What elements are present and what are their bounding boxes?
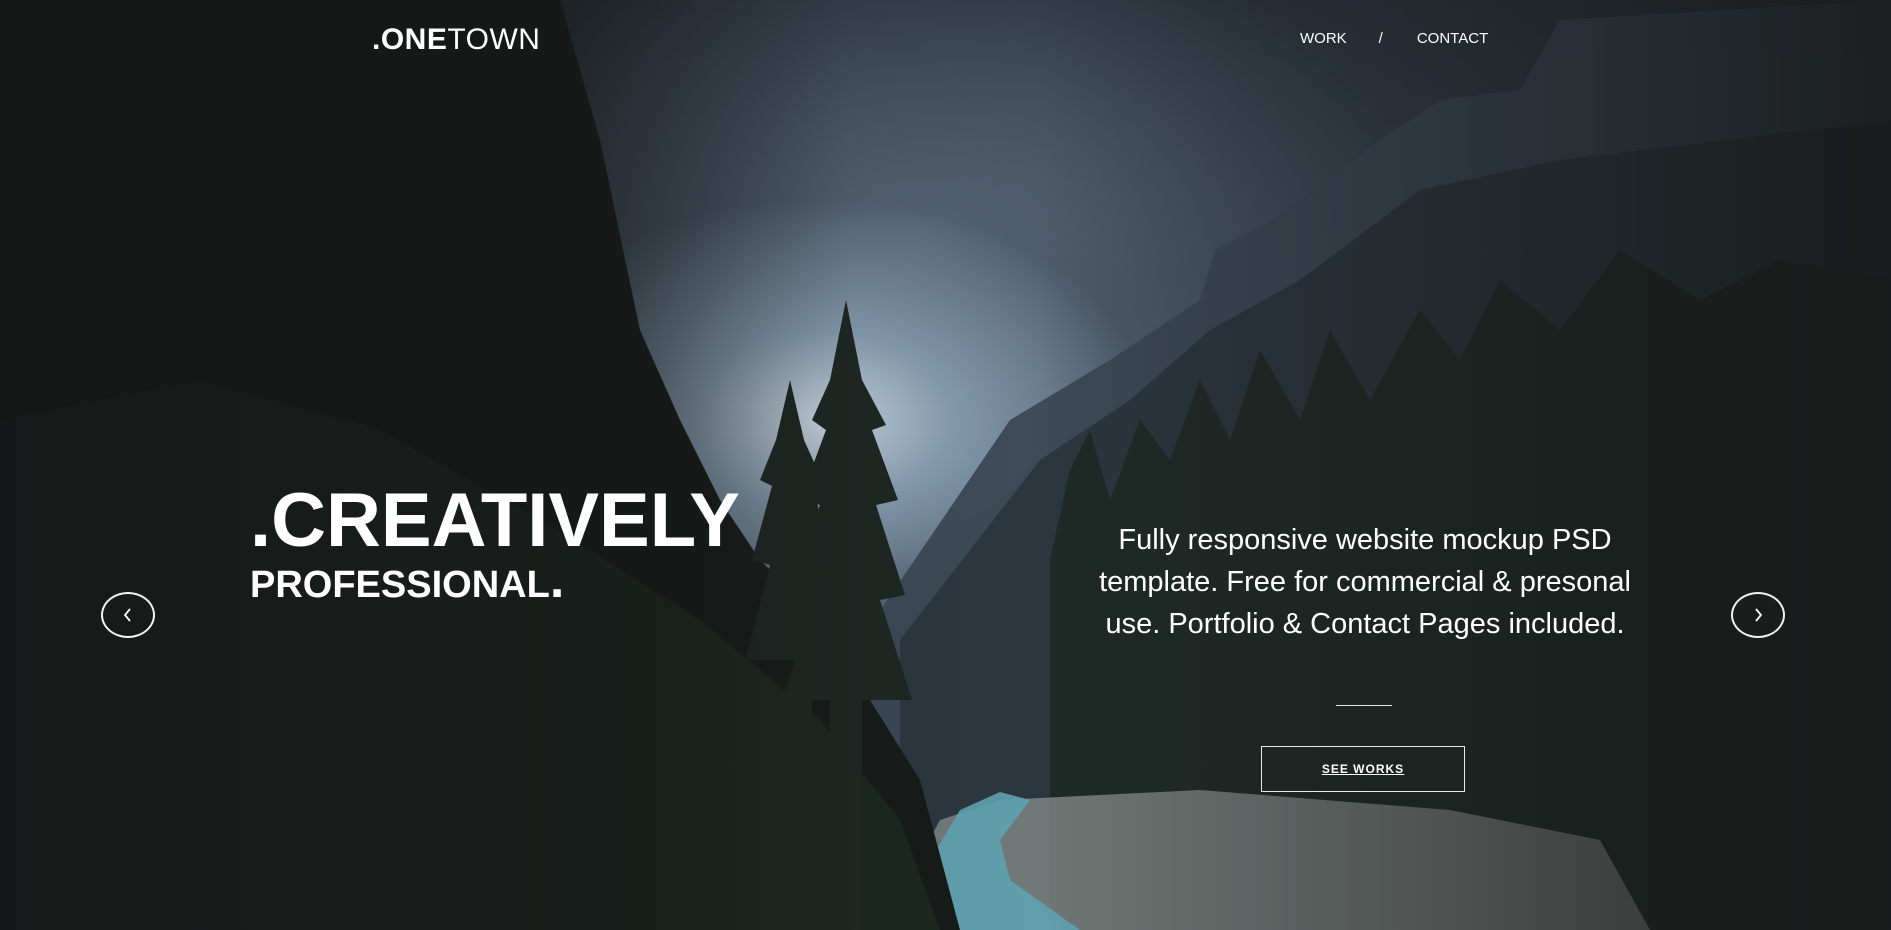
nav-link-contact[interactable]: CONTACT — [1417, 30, 1488, 47]
slider-prev-button[interactable] — [101, 592, 155, 638]
slider-next-button[interactable] — [1731, 592, 1785, 638]
hero-headline: .CREATIVELY PROFESSIONAL. — [250, 478, 740, 606]
logo-suffix: TOWN — [447, 23, 541, 56]
headline-sub: PROFESSIONAL. — [250, 554, 740, 606]
overlay-gradient — [0, 0, 1891, 930]
hero-description: Fully responsive website mockup PSD temp… — [1099, 524, 1631, 640]
nav-link-work[interactable]: WORK — [1300, 30, 1347, 47]
chevron-left-icon — [123, 608, 131, 622]
headline-sub-dot: . — [549, 551, 565, 609]
headline-main: .CREATIVELY — [250, 478, 740, 563]
logo-prefix: .ONE — [372, 23, 448, 56]
chevron-right-icon — [1755, 608, 1763, 622]
see-works-button[interactable]: SEE WORKS — [1261, 746, 1465, 792]
main-nav: WORK / CONTACT — [1300, 30, 1488, 47]
hero-background — [0, 0, 1891, 930]
site-logo[interactable]: .ONETOWN — [372, 20, 540, 60]
divider-line — [1336, 705, 1392, 706]
headline-sub-text: PROFESSIONAL — [250, 564, 550, 606]
nav-separator: / — [1378, 30, 1383, 47]
